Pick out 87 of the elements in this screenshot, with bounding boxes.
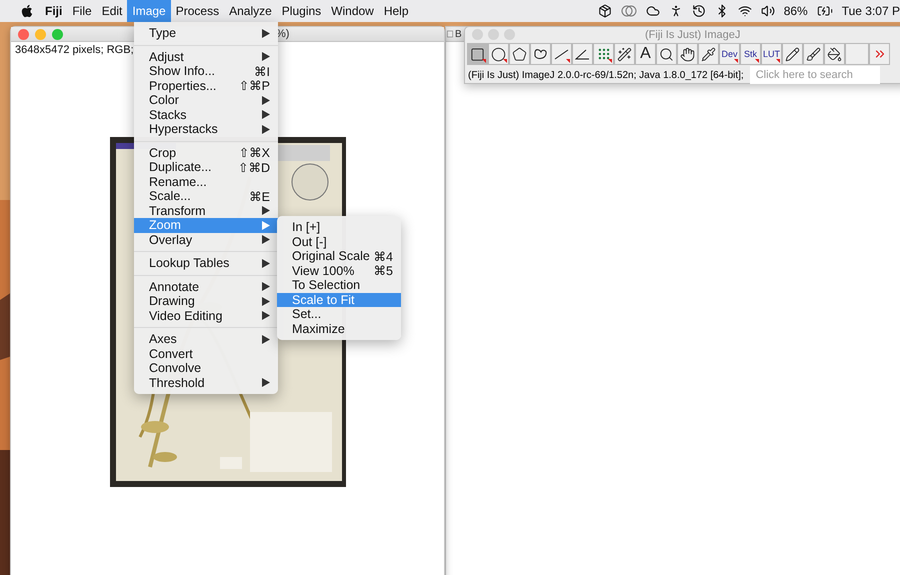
apple-icon[interactable]	[20, 4, 34, 18]
window-title: B	[455, 28, 462, 40]
menu-title[interactable]: Edit	[96, 0, 128, 22]
battery-percent: 86%	[784, 4, 808, 18]
points-icon	[596, 47, 610, 61]
status-text: (Fiji Is Just) ImageJ 2.0.0-rc-69/1.52n; Java 1.8.0_172 [64-bit];	[468, 70, 744, 80]
tool-button[interactable]	[782, 43, 803, 65]
tool-button[interactable]	[530, 43, 551, 65]
menu-item[interactable]: Maximize	[277, 322, 401, 336]
submenu-arrow-icon	[262, 334, 270, 344]
wand-icon	[617, 46, 632, 62]
menu-item[interactable]: Convolve	[134, 361, 278, 376]
menu-item[interactable]: Transform	[134, 204, 278, 218]
blob-icon	[533, 48, 548, 60]
submenu-arrow-icon	[262, 28, 270, 38]
menu-item[interactable]: Out [-]	[277, 234, 401, 249]
line-icon	[554, 48, 569, 60]
angle-icon	[575, 48, 590, 60]
close-button[interactable]	[18, 28, 29, 40]
box-icon[interactable]	[598, 4, 612, 18]
submenu-arrow-icon	[262, 52, 270, 62]
clock-icon[interactable]	[692, 4, 706, 18]
menu-item[interactable]: Annotate	[134, 280, 278, 294]
menu-item[interactable]: Duplicate... ⇧⌘D	[134, 160, 278, 174]
menu-item[interactable]: Original Scale ⌘4	[277, 249, 401, 264]
oval-icon	[491, 46, 506, 62]
polygon-icon	[512, 46, 527, 62]
submenu-arrow-icon	[262, 258, 270, 268]
volume-icon[interactable]	[760, 4, 775, 18]
rings-icon[interactable]	[620, 5, 637, 17]
document-icon	[447, 30, 453, 38]
hand-icon	[680, 46, 695, 62]
menu-item[interactable]: Overlay	[134, 232, 278, 247]
tool-button[interactable]	[467, 43, 488, 65]
tool-button[interactable]	[614, 43, 635, 65]
search-field[interactable]: Click here to search	[750, 66, 880, 84]
tool-button[interactable]	[551, 43, 572, 65]
menu-item[interactable]: Hyperstacks	[134, 122, 278, 136]
menu-item[interactable]: Show Info... ⌘I	[134, 64, 278, 78]
menu-clock[interactable]: Tue 3:07 P	[842, 4, 900, 18]
menu-item[interactable]: Rename...	[134, 174, 278, 189]
tool-button[interactable]	[656, 43, 677, 65]
dropper-icon	[701, 46, 716, 62]
menu-item[interactable]: Color	[134, 93, 278, 108]
tool-button[interactable]	[803, 43, 824, 65]
menu-item[interactable]: Threshold	[134, 376, 278, 390]
menu-item[interactable]: Video Editing	[134, 308, 278, 323]
tool-button[interactable]	[698, 43, 719, 65]
menu-title[interactable]: Process	[170, 0, 224, 22]
menu-item[interactable]: Drawing	[134, 294, 278, 308]
tool-button[interactable]	[488, 43, 509, 65]
menu-item[interactable]: Adjust	[134, 50, 278, 64]
tool-button[interactable]: LUT	[761, 43, 782, 65]
cloud-icon[interactable]	[646, 4, 660, 18]
tool-button[interactable]	[572, 43, 593, 65]
menu-item[interactable]: Type	[134, 26, 278, 40]
image-info: 3648x5472 pixels; RGB;	[15, 44, 134, 57]
tool-button[interactable]	[509, 43, 530, 65]
pencil-icon	[785, 46, 800, 62]
bucket-icon	[827, 46, 842, 62]
menu-title[interactable]: Fiji	[40, 0, 68, 22]
menu-item[interactable]: Crop ⇧⌘X	[134, 146, 278, 160]
menu-item[interactable]: Properties... ⇧⌘P	[134, 78, 278, 93]
menu-item[interactable]: Scale... ⌘E	[134, 189, 278, 204]
menu-item[interactable]: Stacks	[134, 108, 278, 122]
tool-button[interactable]: Stk	[740, 43, 761, 65]
menu-title[interactable]: File	[67, 0, 97, 22]
menu-item[interactable]: Set...	[277, 307, 401, 322]
window-title: (Fiji Is Just) ImageJ	[645, 28, 740, 40]
menu-item[interactable]: Convert	[134, 346, 278, 361]
menu-item[interactable]: View 100% ⌘5	[277, 264, 401, 278]
menu-title[interactable]: Window	[326, 0, 379, 22]
tool-button[interactable]: Dev	[719, 43, 740, 65]
tool-button[interactable]	[824, 43, 845, 65]
menu-item[interactable]: Axes	[134, 332, 278, 346]
menu-item[interactable]: Lookup Tables	[134, 256, 278, 270]
tool-button[interactable]: A	[635, 43, 656, 65]
submenu-arrow-icon	[262, 378, 270, 388]
search-icon	[659, 46, 674, 62]
rectangle-icon	[470, 46, 485, 62]
menu-title[interactable]: Plugins	[276, 0, 326, 22]
brush-icon	[806, 46, 821, 62]
menu-title[interactable]: Analyze	[224, 0, 277, 22]
menu-item[interactable]: To Selection	[277, 278, 401, 292]
tool-button[interactable]	[677, 43, 698, 65]
menu-item[interactable]: In [+]	[277, 220, 401, 234]
menu-title[interactable]: Help	[378, 0, 414, 22]
